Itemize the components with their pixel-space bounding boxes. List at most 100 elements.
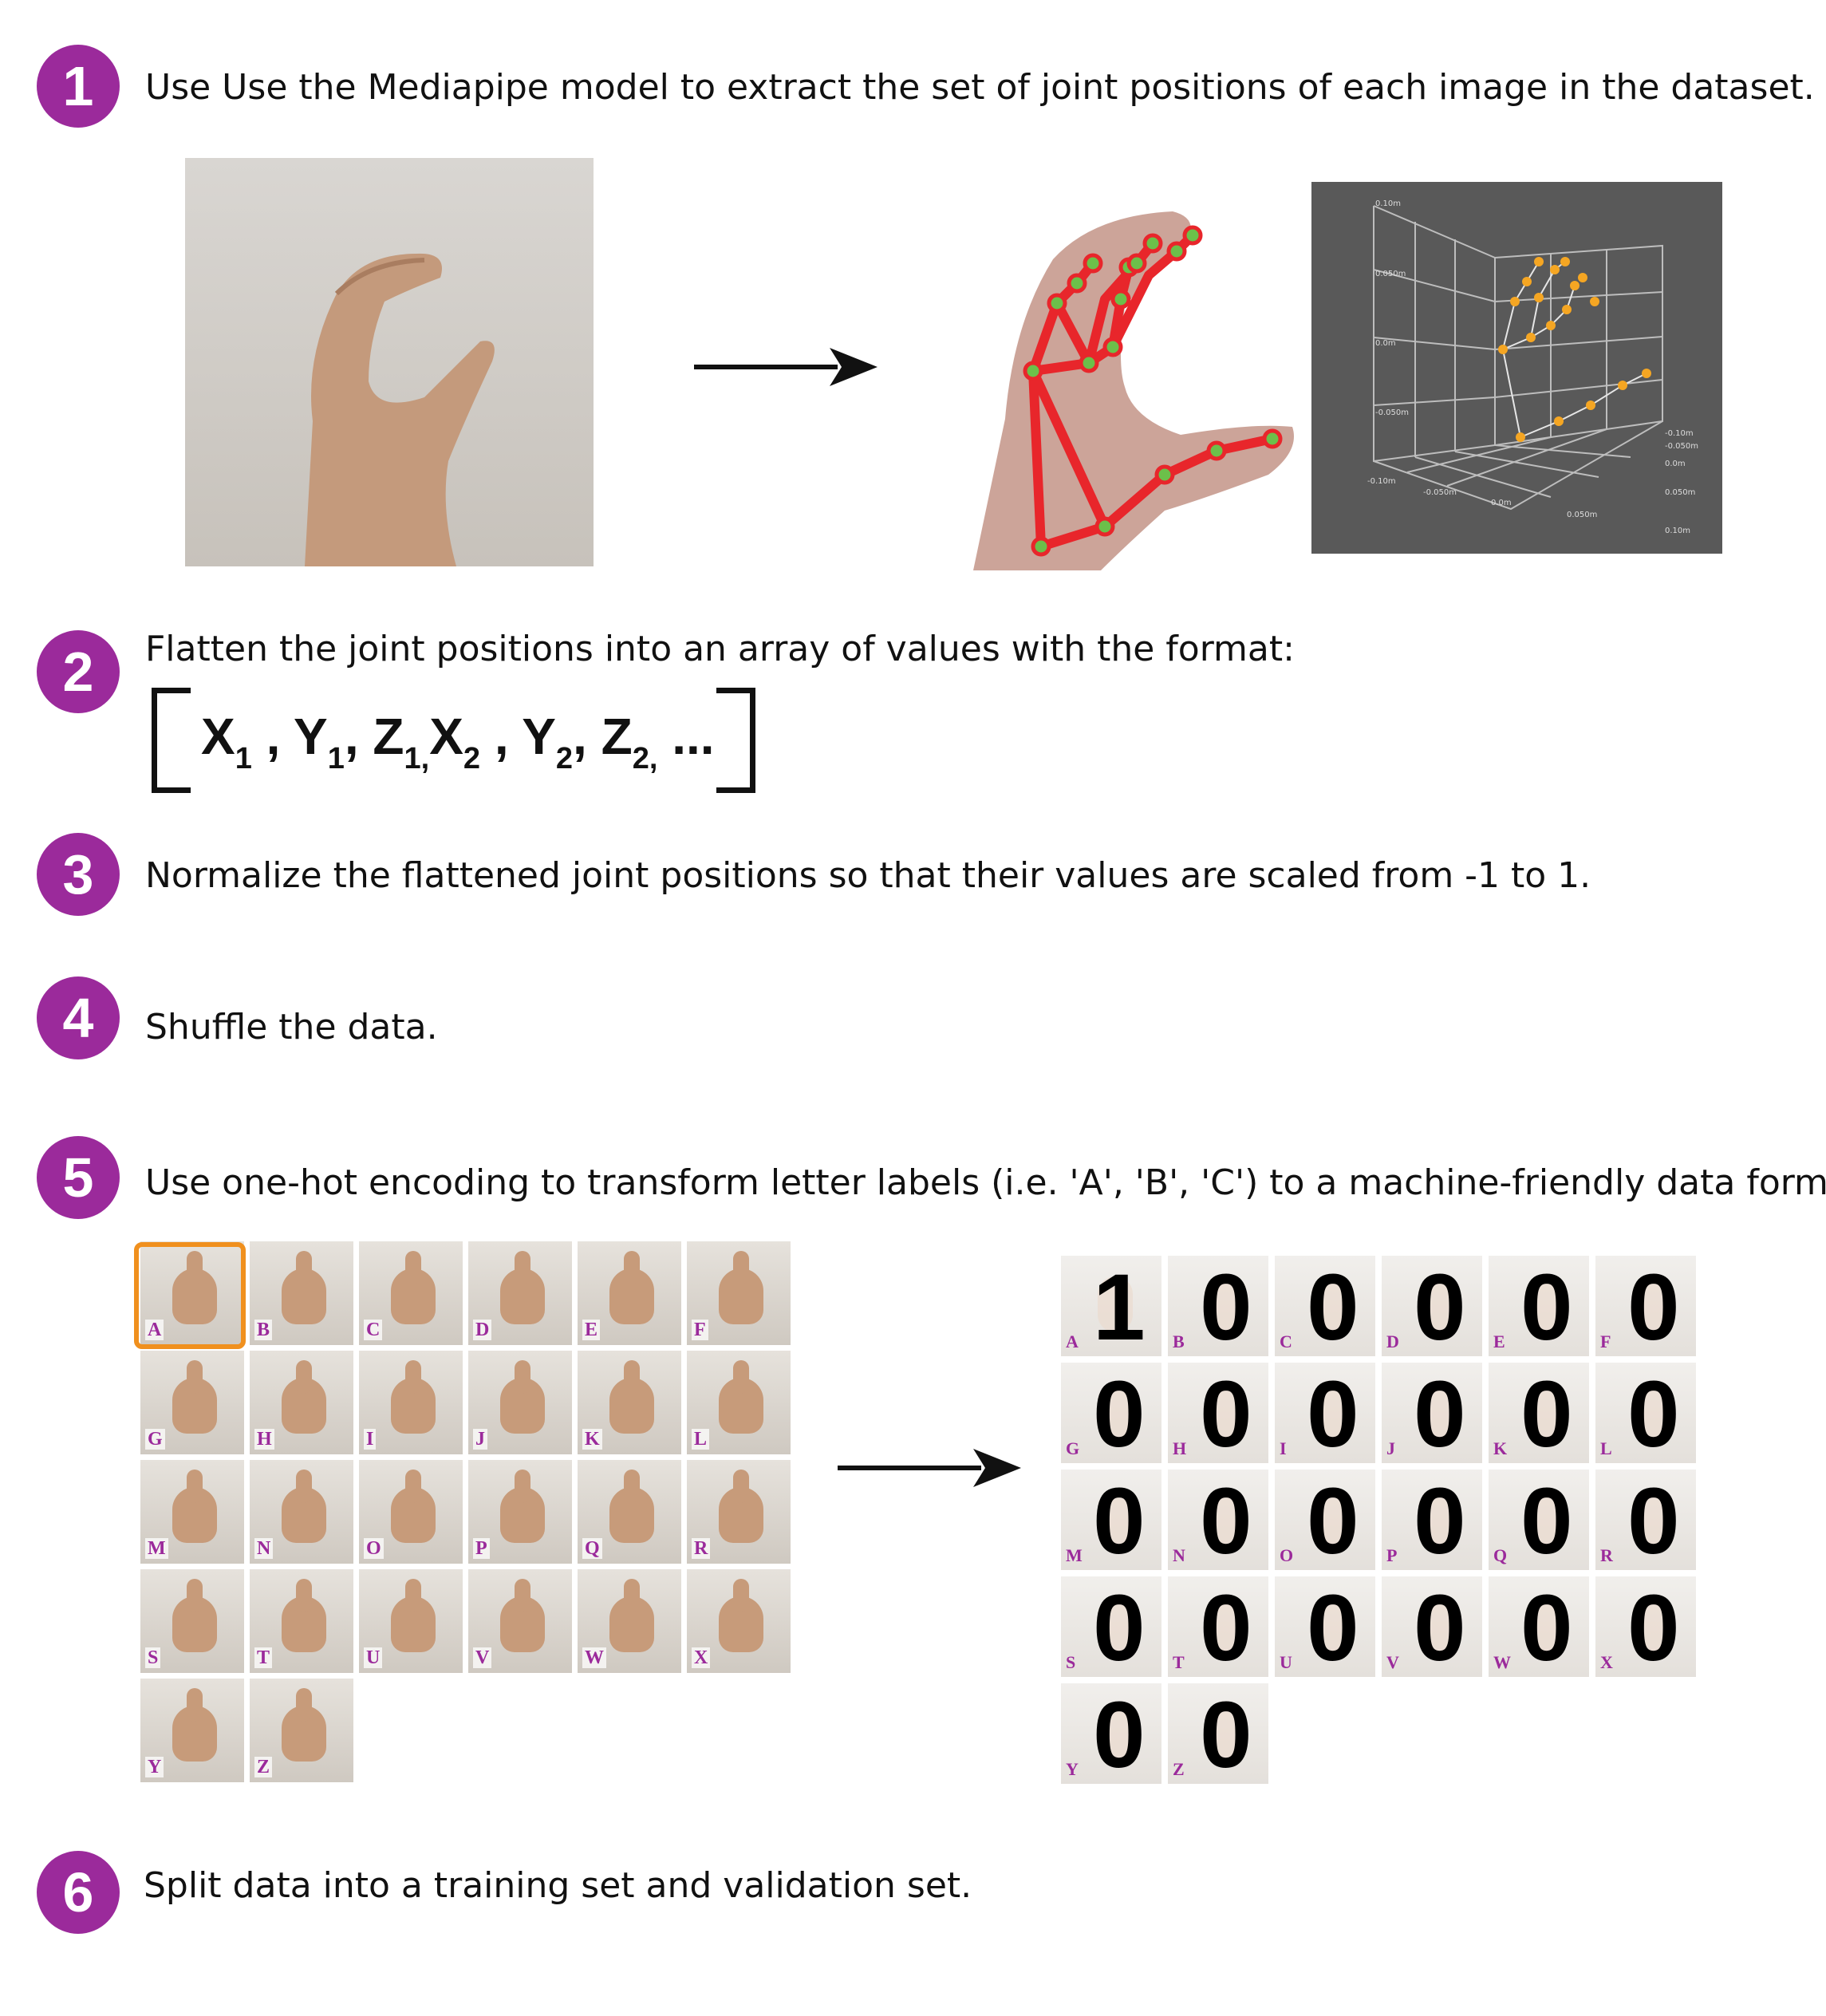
one-hot-tile: 0E bbox=[1489, 1256, 1589, 1356]
letter-label: V bbox=[473, 1647, 492, 1668]
step-6-text: Split data into a training set and valid… bbox=[144, 1865, 972, 1906]
letter-label: Y bbox=[1066, 1759, 1079, 1779]
y1-symbol: Y bbox=[294, 708, 328, 765]
finger-shape bbox=[296, 1251, 312, 1284]
sign-tile: V bbox=[468, 1569, 572, 1673]
one-hot-value: 0 bbox=[1520, 1256, 1573, 1356]
step-6-badge: 6 bbox=[37, 1851, 120, 1934]
one-hot-value: 1 bbox=[1093, 1256, 1146, 1356]
sign-tile: O bbox=[359, 1460, 463, 1564]
one-hot-tile: 0G bbox=[1061, 1363, 1161, 1463]
one-hot-tile: 1A bbox=[1061, 1256, 1161, 1356]
finger-shape bbox=[405, 1579, 421, 1612]
letter-label: G bbox=[1066, 1438, 1080, 1458]
one-hot-tile: 0W bbox=[1489, 1576, 1589, 1677]
one-hot-value: 0 bbox=[1520, 1363, 1573, 1463]
sign-tile: D bbox=[468, 1241, 572, 1345]
x2-symbol: X bbox=[429, 708, 463, 765]
one-hot-tile: 0S bbox=[1061, 1576, 1161, 1677]
finger-shape bbox=[187, 1470, 203, 1503]
one-hot-tile: 0R bbox=[1595, 1470, 1696, 1570]
sign-tile: X bbox=[687, 1569, 791, 1673]
letter-label: M bbox=[145, 1538, 168, 1559]
one-hot-tile: 0F bbox=[1595, 1256, 1696, 1356]
y-tick-label: -0.050m bbox=[1665, 442, 1698, 451]
one-hot-tile: 0I bbox=[1275, 1363, 1375, 1463]
letter-label: E bbox=[582, 1320, 601, 1340]
letter-label: E bbox=[1493, 1332, 1505, 1351]
finger-shape bbox=[187, 1360, 203, 1394]
y-tick-label: -0.10m bbox=[1665, 429, 1694, 438]
finger-shape bbox=[187, 1579, 203, 1612]
one-hot-value: 0 bbox=[1307, 1363, 1359, 1463]
finger-shape bbox=[624, 1360, 640, 1394]
letter-label: F bbox=[1600, 1332, 1611, 1351]
one-hot-value: 0 bbox=[1627, 1470, 1680, 1570]
one-hot-value: 0 bbox=[1307, 1256, 1359, 1356]
one-hot-value: 0 bbox=[1093, 1363, 1146, 1463]
sign-tile: L bbox=[687, 1351, 791, 1454]
one-hot-value: 0 bbox=[1307, 1470, 1359, 1570]
formula-sequence: X1 , Y1, Z1,X2 , Y2, Z2, ... bbox=[201, 708, 715, 775]
y1-subscript: 1 bbox=[327, 742, 345, 775]
one-hot-tile: 0B bbox=[1168, 1256, 1268, 1356]
letter-label: N bbox=[1173, 1545, 1185, 1565]
selected-letter-highlight bbox=[134, 1242, 246, 1349]
one-hot-value: 0 bbox=[1627, 1576, 1680, 1677]
sign-tile: B bbox=[250, 1241, 353, 1345]
one-hot-tile: 0O bbox=[1275, 1470, 1375, 1570]
one-hot-value: 0 bbox=[1627, 1256, 1680, 1356]
one-hot-value: 0 bbox=[1520, 1470, 1573, 1570]
letter-label: A bbox=[1066, 1332, 1079, 1351]
one-hot-tile: 0Y bbox=[1061, 1683, 1161, 1784]
x-tick-label: 0.050m bbox=[1567, 511, 1597, 519]
y-tick-label: 0.0m bbox=[1665, 460, 1686, 468]
z-tick-label: 0.10m bbox=[1375, 199, 1401, 208]
step-5-text: Use one-hot encoding to transform letter… bbox=[145, 1162, 1826, 1203]
letter-label: I bbox=[1280, 1438, 1287, 1458]
step-2-badge: 2 bbox=[37, 630, 120, 713]
z1-symbol: Z bbox=[373, 708, 404, 765]
sign-tile: W bbox=[578, 1569, 681, 1673]
one-hot-tile: 0X bbox=[1595, 1576, 1696, 1677]
one-hot-tile: 0C bbox=[1275, 1256, 1375, 1356]
one-hot-tile: 0M bbox=[1061, 1470, 1161, 1570]
sign-tile: H bbox=[250, 1351, 353, 1454]
right-bracket bbox=[716, 688, 755, 793]
ellipsis: ... bbox=[672, 708, 715, 765]
one-hot-tile: 0L bbox=[1595, 1363, 1696, 1463]
finger-shape bbox=[624, 1579, 640, 1612]
letter-label: I bbox=[364, 1429, 377, 1450]
one-hot-value: 0 bbox=[1200, 1470, 1252, 1570]
one-hot-value: 0 bbox=[1200, 1576, 1252, 1677]
one-hot-value: 0 bbox=[1414, 1256, 1466, 1356]
letter-label: X bbox=[692, 1647, 711, 1668]
sign-tile: I bbox=[359, 1351, 463, 1454]
finger-shape bbox=[296, 1360, 312, 1394]
arrow-right-icon bbox=[694, 348, 878, 386]
finger-shape bbox=[624, 1251, 640, 1284]
letter-label: R bbox=[1600, 1545, 1613, 1565]
separator: , bbox=[266, 708, 294, 765]
letter-label: P bbox=[1386, 1545, 1398, 1565]
letter-label: L bbox=[1600, 1438, 1612, 1458]
arrow-right-icon bbox=[838, 1449, 1021, 1487]
letter-label: Y bbox=[145, 1757, 164, 1777]
letter-label: P bbox=[473, 1538, 490, 1559]
x-tick-label: -0.10m bbox=[1367, 477, 1396, 486]
finger-shape bbox=[733, 1360, 749, 1394]
letter-label: J bbox=[473, 1429, 487, 1450]
one-hot-tile: 0N bbox=[1168, 1470, 1268, 1570]
letter-label: O bbox=[1280, 1545, 1294, 1565]
x-tick-label: -0.050m bbox=[1423, 488, 1457, 497]
finger-shape bbox=[733, 1579, 749, 1612]
finger-shape bbox=[515, 1360, 530, 1394]
one-hot-value: 0 bbox=[1627, 1363, 1680, 1463]
finger-shape bbox=[405, 1470, 421, 1503]
letter-label: K bbox=[582, 1429, 602, 1450]
sign-tile: F bbox=[687, 1241, 791, 1345]
step-1-text: Use Use the Mediapipe model to extract t… bbox=[145, 67, 1815, 108]
3d-landmark-plot: 0.10m 0.050m 0.0m -0.050m -0.10m -0.050m… bbox=[1311, 182, 1722, 554]
sign-tile: K bbox=[578, 1351, 681, 1454]
sign-tile: N bbox=[250, 1460, 353, 1564]
